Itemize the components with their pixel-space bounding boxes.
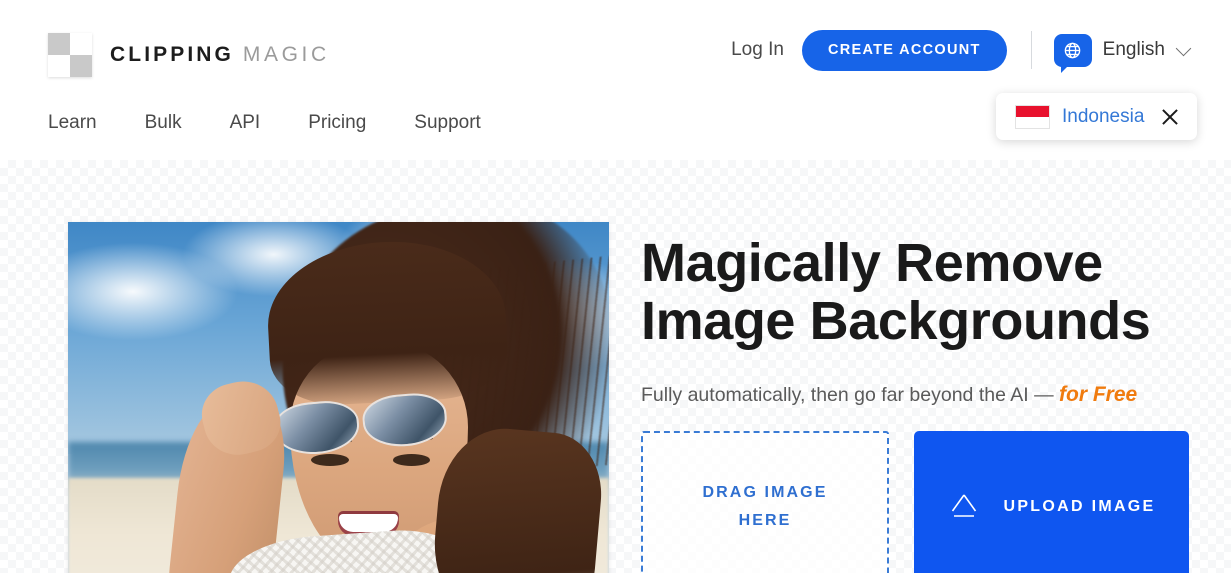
dropzone-label: DRAG IMAGE HERE [702, 484, 828, 529]
page-title: Magically Remove Image Backgrounds [641, 234, 1231, 350]
brand-logo-link[interactable]: CLIPPING MAGIC [48, 33, 330, 77]
log-in-link[interactable]: Log In [731, 39, 784, 61]
nav-item-api[interactable]: API [230, 112, 261, 134]
language-selector[interactable]: English [1053, 33, 1231, 73]
header-actions: Log In CREATE ACCOUNT English [731, 0, 1231, 100]
hero-title-line-1: Magically Remove [641, 233, 1103, 293]
hero-title-line-2: Image Backgrounds [641, 291, 1151, 351]
drag-image-dropzone[interactable]: DRAG IMAGE HERE [641, 431, 889, 573]
nav-item-support[interactable]: Support [414, 112, 481, 134]
close-icon[interactable] [1160, 107, 1180, 127]
globe-icon [1053, 33, 1092, 73]
upload-image-button[interactable]: UPLOAD IMAGE [914, 431, 1189, 573]
brand-name-primary: CLIPPING [110, 43, 234, 66]
nav-item-bulk[interactable]: Bulk [145, 112, 182, 134]
chevron-down-icon [1175, 40, 1192, 56]
hero-photo-illustration [68, 222, 609, 573]
nav-item-learn[interactable]: Learn [48, 112, 97, 134]
flag-indonesia-icon [1015, 104, 1050, 129]
checkerboard-logo-icon [48, 33, 92, 77]
brand-name-secondary: MAGIC [242, 43, 330, 66]
upload-button-label: UPLOAD IMAGE [1003, 498, 1156, 515]
upload-arrow-icon [947, 489, 981, 526]
main-navigation: Learn Bulk API Pricing Support [48, 112, 481, 134]
language-suggestion-popover[interactable]: Indonesia [996, 93, 1198, 140]
language-selected-label: English [1102, 39, 1165, 60]
nav-item-pricing[interactable]: Pricing [308, 112, 366, 134]
hero-subtitle-highlight: for Free [1059, 383, 1138, 406]
hero-photo [68, 222, 609, 573]
header-top-row: CLIPPING MAGIC Log In CREATE ACCOUNT Eng [0, 0, 1231, 100]
hero-cta-row: DRAG IMAGE HERE UPLOAD IMAGE [641, 431, 1231, 573]
language-suggestion-link[interactable]: Indonesia [1062, 106, 1144, 128]
hero-section: Magically Remove Image Backgrounds Fully… [0, 160, 1231, 573]
hero-subtitle: Fully automatically, then go far beyond … [641, 383, 1231, 407]
header-divider [1030, 31, 1032, 69]
hero-copy: Magically Remove Image Backgrounds Fully… [641, 222, 1231, 573]
brand-wordmark: CLIPPING MAGIC [110, 43, 330, 67]
hero-subtitle-text: Fully automatically, then go far beyond … [641, 384, 1060, 406]
create-account-button[interactable]: CREATE ACCOUNT [801, 29, 1007, 71]
